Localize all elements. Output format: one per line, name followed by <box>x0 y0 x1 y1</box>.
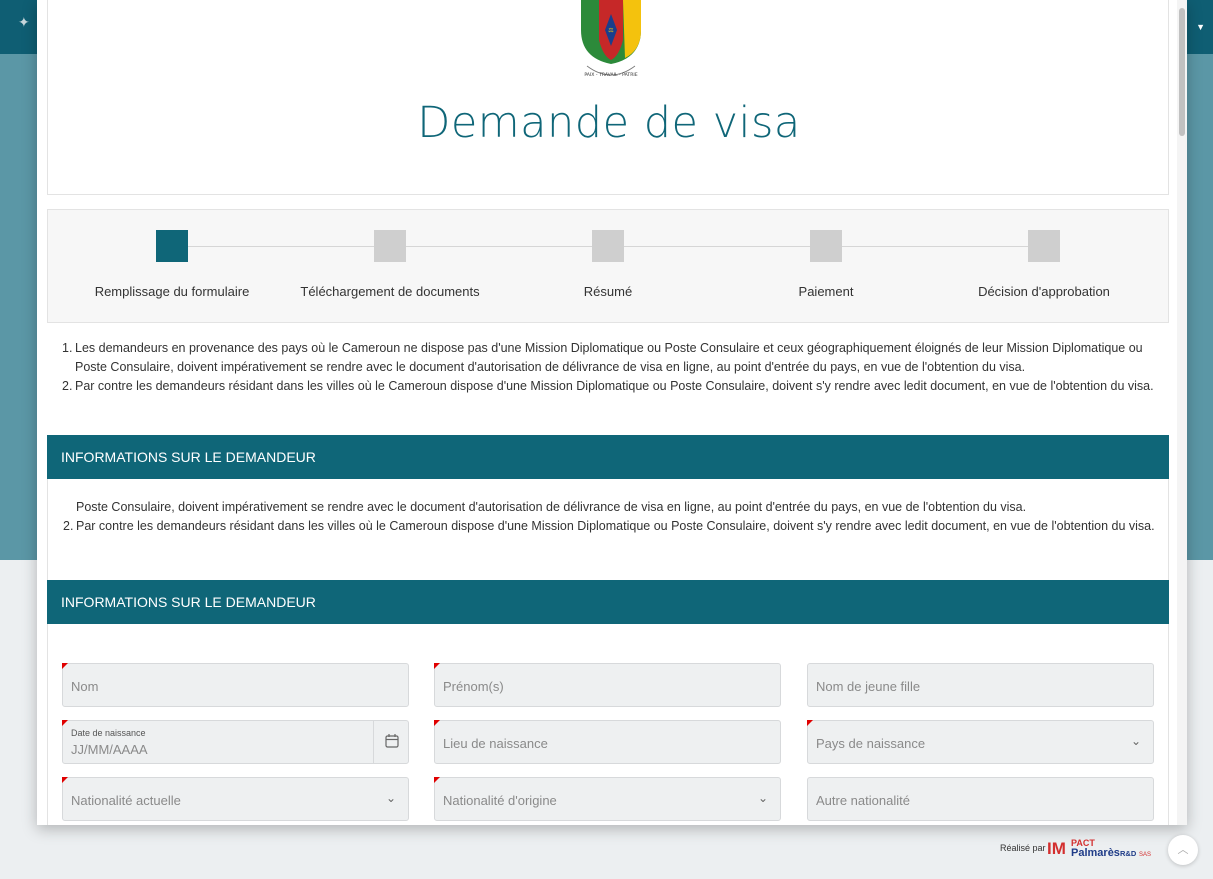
instructions-list: 1. Les demandeurs en provenance des pays … <box>62 339 1162 396</box>
date-naissance-label: Date de naissance <box>71 728 146 738</box>
modal-scrollbar[interactable] <box>1177 0 1187 825</box>
chevron-up-icon: ︿ <box>1177 844 1189 856</box>
dropdown-caret-icon[interactable]: ▼ <box>1196 22 1205 32</box>
progress-stepper: Remplissage du formulaire Téléchargement… <box>47 209 1169 323</box>
instruction-item: 1. Les demandeurs en provenance des pays … <box>62 341 1143 374</box>
impact-palmares-logo[interactable]: IM PACT Palmarès R&D SAS <box>1047 834 1155 862</box>
background-logo-icon: ✦ <box>18 14 30 30</box>
required-marker <box>62 777 68 783</box>
back-to-top-button[interactable]: ︿ <box>1168 835 1198 865</box>
section-header: INFORMATIONS SUR LE DEMANDEUR <box>47 435 1169 479</box>
svg-text:SAS: SAS <box>1139 852 1151 858</box>
date-naissance-placeholder: JJ/MM/AAAA <box>71 742 148 757</box>
step-decision[interactable]: Décision d'approbation <box>934 230 1154 299</box>
lieu-naissance-placeholder: Lieu de naissance <box>443 736 548 751</box>
footer-credit: Réalisé par <box>1000 843 1046 853</box>
instruction-item: 2. Par contre les demandeurs résidant dan… <box>62 379 1154 393</box>
nom-field[interactable]: Nom <box>62 663 409 707</box>
step-label: Paiement <box>798 284 854 299</box>
visa-modal: ⚖ PAIX - TRAVAIL - PATRIE Demande de vis… <box>37 0 1187 825</box>
instruction-item: Poste Consulaire, doivent impérativement… <box>76 500 1027 514</box>
autre-nationalite-placeholder: Autre nationalité <box>816 793 910 808</box>
required-marker <box>434 777 440 783</box>
required-marker <box>807 720 813 726</box>
step-indicator <box>592 230 624 262</box>
step-telechargement[interactable]: Téléchargement de documents <box>280 230 500 299</box>
chevron-down-icon: ⌄ <box>1130 734 1141 748</box>
chevron-down-icon: ⌄ <box>385 791 396 805</box>
step-resume[interactable]: Résumé <box>498 230 718 299</box>
section-header: INFORMATIONS SUR LE DEMANDEUR <box>47 580 1169 624</box>
nationalite-actuelle-placeholder: Nationalité actuelle <box>71 793 181 808</box>
step-indicator-active <box>156 230 188 262</box>
step-label: Remplissage du formulaire <box>94 284 250 299</box>
step-label: Décision d'approbation <box>978 284 1110 299</box>
required-marker <box>62 720 68 726</box>
date-picker-button[interactable] <box>373 721 408 763</box>
step-indicator <box>810 230 842 262</box>
svg-text:IM: IM <box>1047 839 1066 858</box>
nationalite-origine-placeholder: Nationalité d'origine <box>443 793 557 808</box>
svg-text:PAIX - TRAVAIL - PATRIE: PAIX - TRAVAIL - PATRIE <box>584 72 637 78</box>
svg-text:Palmarès: Palmarès <box>1071 847 1120 859</box>
instructions-list-repeat: Poste Consulaire, doivent impérativement… <box>63 498 1163 536</box>
pays-naissance-placeholder: Pays de naissance <box>816 736 926 751</box>
header-card: ⚖ PAIX - TRAVAIL - PATRIE Demande de vis… <box>47 0 1169 195</box>
step-label: Résumé <box>583 284 633 299</box>
required-marker <box>62 663 68 669</box>
nom-jeune-fille-field[interactable]: Nom de jeune fille <box>807 663 1154 707</box>
instructions-repeat-panel: Poste Consulaire, doivent impérativement… <box>47 479 1169 580</box>
required-marker <box>434 720 440 726</box>
step-label: Téléchargement de documents <box>300 284 480 299</box>
pays-naissance-select[interactable]: Pays de naissance ⌄ <box>807 720 1154 764</box>
page-title: Demande de visa <box>417 98 801 148</box>
prenom-placeholder: Prénom(s) <box>443 679 504 694</box>
nom-jeune-fille-placeholder: Nom de jeune fille <box>816 679 921 694</box>
instruction-item: 2. Par contre les demandeurs résidant dan… <box>63 519 1155 533</box>
svg-text:R&D: R&D <box>1120 849 1137 858</box>
nationalite-actuelle-select[interactable]: Nationalité actuelle ⌄ <box>62 777 409 821</box>
required-marker <box>434 663 440 669</box>
chevron-down-icon: ⌄ <box>757 791 768 805</box>
nom-placeholder: Nom <box>71 679 99 694</box>
step-indicator <box>374 230 406 262</box>
prenom-field[interactable]: Prénom(s) <box>434 663 781 707</box>
date-naissance-field[interactable]: Date de naissance JJ/MM/AAAA <box>62 720 409 764</box>
step-paiement[interactable]: Paiement <box>716 230 936 299</box>
svg-text:⚖: ⚖ <box>608 27 613 34</box>
lieu-naissance-field[interactable]: Lieu de naissance <box>434 720 781 764</box>
coat-of-arms-emblem: ⚖ PAIX - TRAVAIL - PATRIE <box>581 0 641 78</box>
calendar-icon <box>385 734 399 748</box>
autre-nationalite-field[interactable]: Autre nationalité <box>807 777 1154 821</box>
step-indicator <box>1028 230 1060 262</box>
scrollbar-thumb[interactable] <box>1179 8 1185 136</box>
step-remplissage[interactable]: Remplissage du formulaire <box>62 230 282 299</box>
nationalite-origine-select[interactable]: Nationalité d'origine ⌄ <box>434 777 781 821</box>
